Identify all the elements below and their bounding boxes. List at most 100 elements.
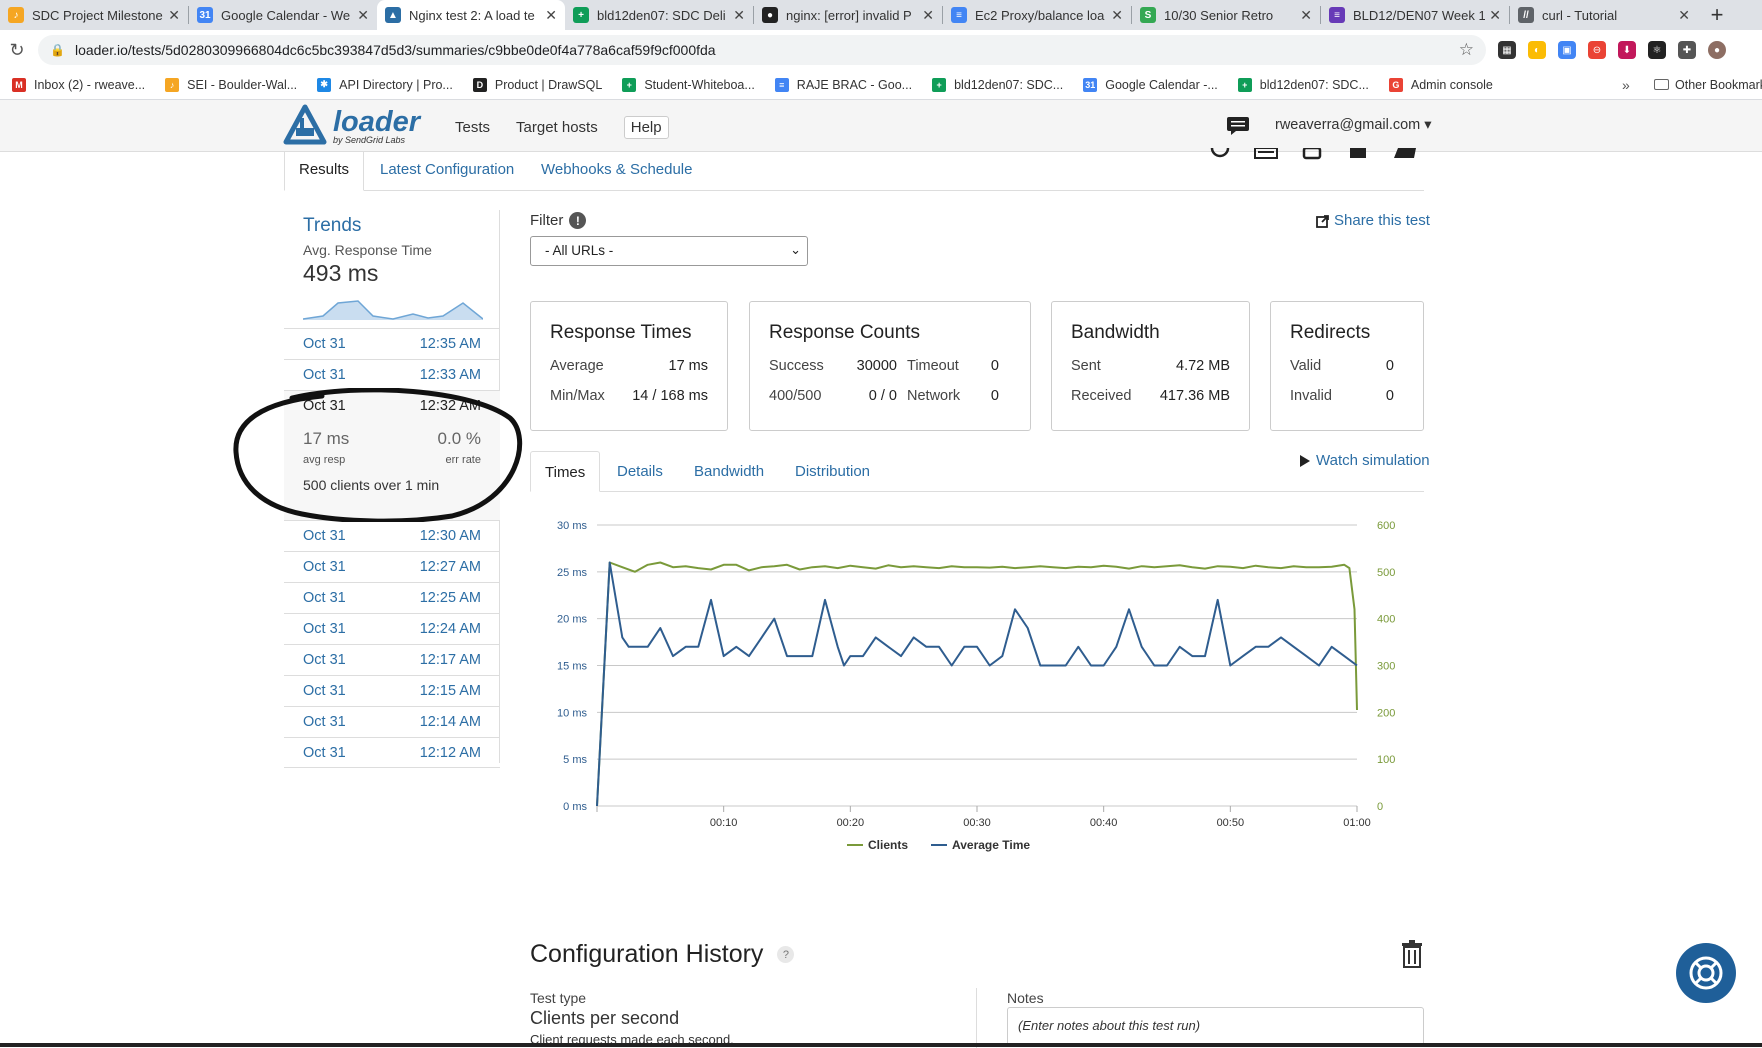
extension-icon[interactable]: ◐ (1528, 41, 1546, 59)
browser-tab[interactable]: ▲ Nginx test 2: A load te ✕ (377, 0, 565, 30)
notes-field[interactable]: (Enter notes about this test run) (1007, 1007, 1424, 1047)
run-row[interactable]: Oct 31 12:14 AM (284, 706, 500, 737)
browser-tab[interactable]: 31 Google Calendar - We ✕ (189, 0, 377, 30)
nav-help-button[interactable]: Help (623, 116, 669, 139)
browser-tab[interactable]: ≡ BLD12/DEN07 Week 1 ✕ (1321, 0, 1509, 30)
user-menu[interactable]: rweaverra@gmail.com ▾ (1275, 117, 1432, 133)
other-bookmarks-label: Other Bookmarks (1675, 77, 1762, 92)
tab-latest-configuration[interactable]: Latest Configuration (380, 152, 514, 191)
close-icon[interactable]: ✕ (357, 7, 369, 24)
tab-distribution[interactable]: Distribution (795, 451, 870, 492)
bookmark-item[interactable]: + Student-Whiteboa... (622, 77, 755, 92)
run-row[interactable]: Oct 31 12:15 AM (284, 675, 500, 706)
close-icon[interactable]: ✕ (1489, 7, 1501, 24)
browser-tab[interactable]: S 10/30 Senior Retro ✕ (1132, 0, 1320, 30)
bookmark-star-icon[interactable]: ☆ (1459, 40, 1474, 60)
copy-icon[interactable] (1300, 148, 1324, 162)
url-filter-select[interactable]: - All URLs - ⌄ (530, 236, 808, 266)
bookmark-item[interactable]: D Product | DrawSQL (472, 77, 602, 92)
nav-tests[interactable]: Tests (455, 119, 490, 136)
trash-icon[interactable] (1401, 940, 1423, 968)
info-icon[interactable]: ! (569, 212, 587, 229)
help-icon[interactable]: ? (777, 946, 795, 963)
trends-sidebar: Trends Avg. Response Time 493 ms Oct 31 1… (284, 210, 500, 768)
bookmark-item[interactable]: + bld12den07: SDC... (1237, 77, 1369, 92)
close-icon[interactable]: ✕ (545, 7, 557, 24)
y-left-tick-label: 0 ms (563, 801, 587, 813)
close-icon[interactable]: ✕ (733, 7, 745, 24)
bookmark-favicon-icon: ✱ (317, 77, 332, 92)
browser-tab[interactable]: + bld12den07: SDC Deli ✕ (565, 0, 753, 30)
main-nav: Tests Target hosts Help (455, 116, 695, 139)
test-type-label: Test type (530, 990, 587, 1006)
bookmark-favicon-icon: + (1237, 77, 1252, 92)
react-devtools-icon[interactable]: ⚛ (1648, 41, 1666, 59)
calendar-icon[interactable] (1254, 148, 1278, 162)
run-row[interactable]: Oct 31 12:27 AM (284, 551, 500, 582)
run-row[interactable]: Oct 31 12:24 AM (284, 613, 500, 644)
tab-details[interactable]: Details (617, 451, 663, 492)
bookmark-item[interactable]: ✱ API Directory | Pro... (317, 77, 453, 92)
trends-subtitle: Avg. Response Time (303, 242, 432, 258)
bookmark-label: Inbox (2) - rweave... (34, 77, 146, 92)
tab-label: Ec2 Proxy/balance loa (975, 7, 1105, 23)
close-icon[interactable]: ✕ (922, 7, 934, 24)
chat-icon[interactable] (1226, 116, 1250, 136)
tab-label: Nginx test 2: A load te (409, 7, 535, 23)
extension-icon[interactable]: ▣ (1558, 41, 1576, 59)
rerun-icon[interactable] (1208, 148, 1232, 162)
more-bookmarks-icon[interactable]: » (1622, 77, 1630, 93)
browser-tab[interactable]: ≡ Ec2 Proxy/balance loa ✕ (943, 0, 1131, 30)
bookmark-item[interactable]: ♪ SEI - Boulder-Wal... (165, 77, 297, 92)
extension-icon[interactable]: ⬇ (1618, 41, 1636, 59)
tab-times[interactable]: Times (530, 451, 601, 492)
bookmark-item[interactable]: G Admin console (1388, 77, 1493, 92)
browser-tab[interactable]: // curl - Tutorial ✕ (1510, 0, 1698, 30)
close-icon[interactable]: ✕ (1111, 7, 1123, 24)
trends-title[interactable]: Trends (303, 215, 361, 237)
received-value: 417.36 MB (1159, 388, 1230, 404)
browser-tab[interactable]: ♪ SDC Project Milestone ✕ (0, 0, 188, 30)
nav-target-hosts[interactable]: Target hosts (516, 119, 598, 136)
folder-icon (1654, 79, 1669, 90)
bookmark-item[interactable]: ≡ RAJE BRAC - Goo... (774, 77, 912, 92)
watch-simulation-link[interactable]: Watch simulation (1300, 452, 1430, 469)
save-icon[interactable] (1346, 148, 1370, 162)
run-row[interactable]: Oct 31 12:35 AM (284, 328, 500, 359)
url-field[interactable]: 🔒 loader.io/tests/5d0280309966804dc6c5bc… (38, 35, 1486, 65)
tag-icon[interactable] (1392, 148, 1416, 162)
bookmark-item[interactable]: + bld12den07: SDC... (932, 77, 1063, 92)
share-test-link[interactable]: Share this test (1316, 212, 1430, 229)
lock-icon: 🔒 (50, 43, 65, 57)
puzzle-icon[interactable]: ✚ (1678, 41, 1696, 59)
support-lifebuoy-button[interactable] (1676, 943, 1736, 1003)
y-left-tick-label: 20 ms (557, 614, 587, 626)
bookmark-item[interactable]: 31 Google Calendar -... (1083, 77, 1218, 92)
run-row[interactable]: Oct 31 12:17 AM (284, 644, 500, 675)
profile-avatar[interactable]: ● (1708, 41, 1726, 59)
tab-bandwidth[interactable]: Bandwidth (694, 451, 764, 492)
y-right-tick-label: 400 (1377, 614, 1395, 626)
browser-tab[interactable]: ● nginx: [error] invalid P ✕ (754, 0, 942, 30)
run-row[interactable]: Oct 31 12:33 AM (284, 359, 500, 390)
tab-results[interactable]: Results (284, 152, 365, 191)
other-bookmarks-folder[interactable]: Other Bookmarks (1654, 78, 1762, 92)
new-tab-icon[interactable]: + (1702, 0, 1732, 30)
close-icon[interactable]: ✕ (1678, 7, 1690, 24)
loader-logo[interactable]: loader by SendGrid Labs (283, 104, 420, 148)
extension-icon[interactable]: ⊖ (1588, 41, 1606, 59)
close-icon[interactable]: ✕ (168, 7, 180, 24)
bookmark-label: Student-Whiteboa... (644, 77, 755, 92)
tab-webhooks-schedule[interactable]: Webhooks & Schedule (541, 152, 693, 191)
extension-icon[interactable]: ▦ (1498, 41, 1516, 59)
run-row-selected[interactable]: Oct 31 12:32 AM (284, 390, 500, 421)
x-tick-label: 00:20 (837, 817, 865, 829)
bookmark-item[interactable]: M Inbox (2) - rweave... (12, 77, 146, 92)
run-row[interactable]: Oct 31 12:12 AM (284, 737, 500, 768)
run-row[interactable]: Oct 31 12:30 AM (284, 520, 500, 551)
reload-icon[interactable]: ↻ (0, 40, 34, 61)
test-toolbar (1208, 148, 1416, 162)
run-row[interactable]: Oct 31 12:25 AM (284, 582, 500, 613)
tab-label: bld12den07: SDC Deli (597, 7, 726, 23)
close-icon[interactable]: ✕ (1300, 7, 1312, 24)
